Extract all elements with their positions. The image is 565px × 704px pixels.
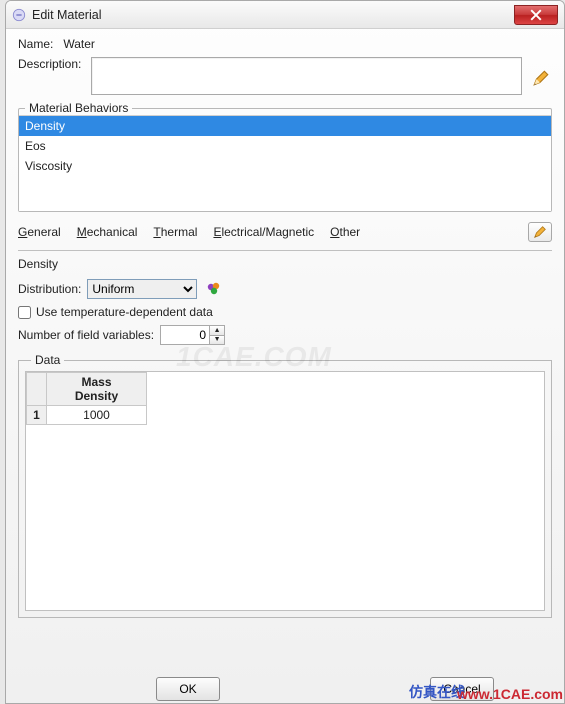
behavior-tabs: General Mechanical Thermal Electrical/Ma… xyxy=(18,220,552,248)
tab-mechanical[interactable]: Mechanical xyxy=(77,225,138,239)
close-icon xyxy=(530,9,542,21)
table-row[interactable]: 1 1000 xyxy=(27,406,147,425)
field-output-button[interactable] xyxy=(205,280,223,298)
temp-dependent-label: Use temperature-dependent data xyxy=(36,305,213,319)
app-icon xyxy=(12,8,26,22)
row-number: 1 xyxy=(27,406,47,425)
spin-down-button[interactable]: ▼ xyxy=(210,335,224,344)
distribution-select[interactable]: Uniform xyxy=(87,279,197,299)
ok-button[interactable]: OK xyxy=(156,677,220,701)
pencil-icon xyxy=(532,69,550,87)
divider xyxy=(18,250,552,251)
palette-icon xyxy=(206,281,222,297)
data-table[interactable]: MassDensity 1 1000 xyxy=(26,372,147,425)
field-vars-input[interactable] xyxy=(160,325,210,345)
window-title: Edit Material xyxy=(32,8,514,22)
data-table-container: MassDensity 1 1000 xyxy=(25,371,545,611)
behaviors-list[interactable]: Density Eos Viscosity xyxy=(19,115,551,211)
section-title: Density xyxy=(18,257,552,271)
titlebar[interactable]: Edit Material xyxy=(6,1,564,29)
behavior-label: Eos xyxy=(25,139,46,153)
pencil-icon xyxy=(533,225,547,239)
name-label: Name: xyxy=(18,37,53,51)
temp-dependent-row: Use temperature-dependent data xyxy=(18,305,552,319)
tab-other[interactable]: Other xyxy=(330,225,360,239)
edit-behavior-button[interactable] xyxy=(528,222,552,242)
distribution-row: Distribution: Uniform xyxy=(18,279,552,299)
description-row: Description: xyxy=(18,57,552,95)
dialog-body: Name: Water Description: Material Behavi… xyxy=(6,29,564,618)
column-mass-density[interactable]: MassDensity xyxy=(47,373,147,406)
material-behaviors-fieldset: Material Behaviors Density Eos Viscosity xyxy=(18,101,552,212)
temp-dependent-checkbox[interactable] xyxy=(18,306,31,319)
tab-electrical[interactable]: Electrical/Magnetic xyxy=(213,225,314,239)
behavior-label: Density xyxy=(25,119,65,133)
behaviors-legend: Material Behaviors xyxy=(25,101,132,115)
behavior-item-viscosity[interactable]: Viscosity xyxy=(19,156,551,176)
close-button[interactable] xyxy=(514,5,558,25)
behavior-item-density[interactable]: Density xyxy=(19,116,551,136)
data-fieldset: Data MassDensity 1 1000 xyxy=(18,353,552,618)
cell-mass-density[interactable]: 1000 xyxy=(47,406,147,425)
behavior-label: Viscosity xyxy=(25,159,72,173)
description-input[interactable] xyxy=(91,57,522,95)
tab-thermal[interactable]: Thermal xyxy=(153,225,197,239)
name-row: Name: Water xyxy=(18,37,552,51)
tab-general[interactable]: General xyxy=(18,225,61,239)
table-corner xyxy=(27,373,47,406)
name-value: Water xyxy=(63,37,95,51)
behavior-item-eos[interactable]: Eos xyxy=(19,136,551,156)
edit-material-dialog: Edit Material Name: Water Description: xyxy=(5,0,565,704)
field-vars-label: Number of field variables: xyxy=(18,328,154,342)
description-label: Description: xyxy=(18,57,81,71)
watermark-url: www.1CAE.com xyxy=(457,686,563,702)
data-legend: Data xyxy=(31,353,64,367)
field-vars-row: Number of field variables: ▲ ▼ xyxy=(18,325,552,345)
distribution-label: Distribution: xyxy=(18,282,81,296)
field-vars-spinner: ▲ ▼ xyxy=(160,325,225,345)
edit-description-button[interactable] xyxy=(530,67,552,89)
spin-up-button[interactable]: ▲ xyxy=(210,326,224,335)
